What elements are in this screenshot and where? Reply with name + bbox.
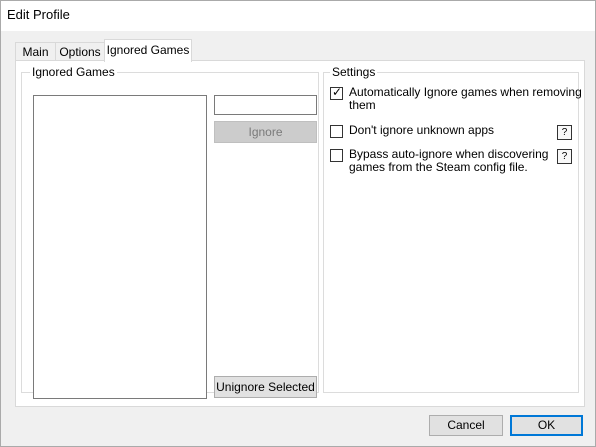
auto-ignore-label-line1: Automatically Ignore games when removing: [349, 85, 582, 99]
auto-ignore-checkbox[interactable]: ✓: [330, 85, 343, 100]
title-bar: Edit Profile: [1, 1, 595, 31]
edit-profile-dialog: Edit Profile Main Options Ignored Games …: [0, 0, 596, 447]
dont-ignore-unknown-label: Don't ignore unknown apps: [349, 123, 495, 137]
ignored-games-panel: Ignored Games Ignore Unignore Selected S…: [15, 60, 585, 407]
ok-button[interactable]: OK: [510, 415, 583, 436]
dont-ignore-unknown-option[interactable]: Don't ignore unknown apps: [330, 124, 570, 140]
auto-ignore-label-line2: them: [349, 98, 376, 112]
checkmark-icon: ✓: [332, 85, 343, 99]
help-icon[interactable]: ?: [557, 125, 572, 140]
help-icon[interactable]: ?: [557, 149, 572, 164]
window-title: Edit Profile: [7, 7, 70, 22]
game-name-input[interactable]: [214, 95, 317, 115]
auto-ignore-option[interactable]: ✓ Automatically Ignore games when removi…: [330, 85, 582, 114]
tab-ignored-games[interactable]: Ignored Games: [104, 39, 192, 62]
dont-ignore-unknown-checkbox[interactable]: [330, 125, 343, 138]
settings-group-label: Settings: [330, 65, 378, 79]
ignore-button[interactable]: Ignore: [214, 121, 317, 143]
ignored-games-group: Ignored Games Ignore Unignore Selected: [21, 65, 319, 399]
unignore-selected-button[interactable]: Unignore Selected: [214, 376, 317, 398]
ignored-games-group-label: Ignored Games: [30, 65, 117, 79]
tab-main[interactable]: Main: [15, 42, 56, 61]
bypass-auto-ignore-label-line2: games from the Steam config file.: [349, 160, 528, 174]
tab-options[interactable]: Options: [55, 42, 105, 61]
ignored-games-list[interactable]: [33, 95, 207, 399]
cancel-button[interactable]: Cancel: [429, 415, 503, 436]
bypass-auto-ignore-option[interactable]: Bypass auto-ignore when discovering game…: [330, 148, 550, 176]
bypass-auto-ignore-checkbox[interactable]: [330, 149, 343, 162]
settings-group: Settings ✓ Automatically Ignore games wh…: [323, 65, 582, 393]
